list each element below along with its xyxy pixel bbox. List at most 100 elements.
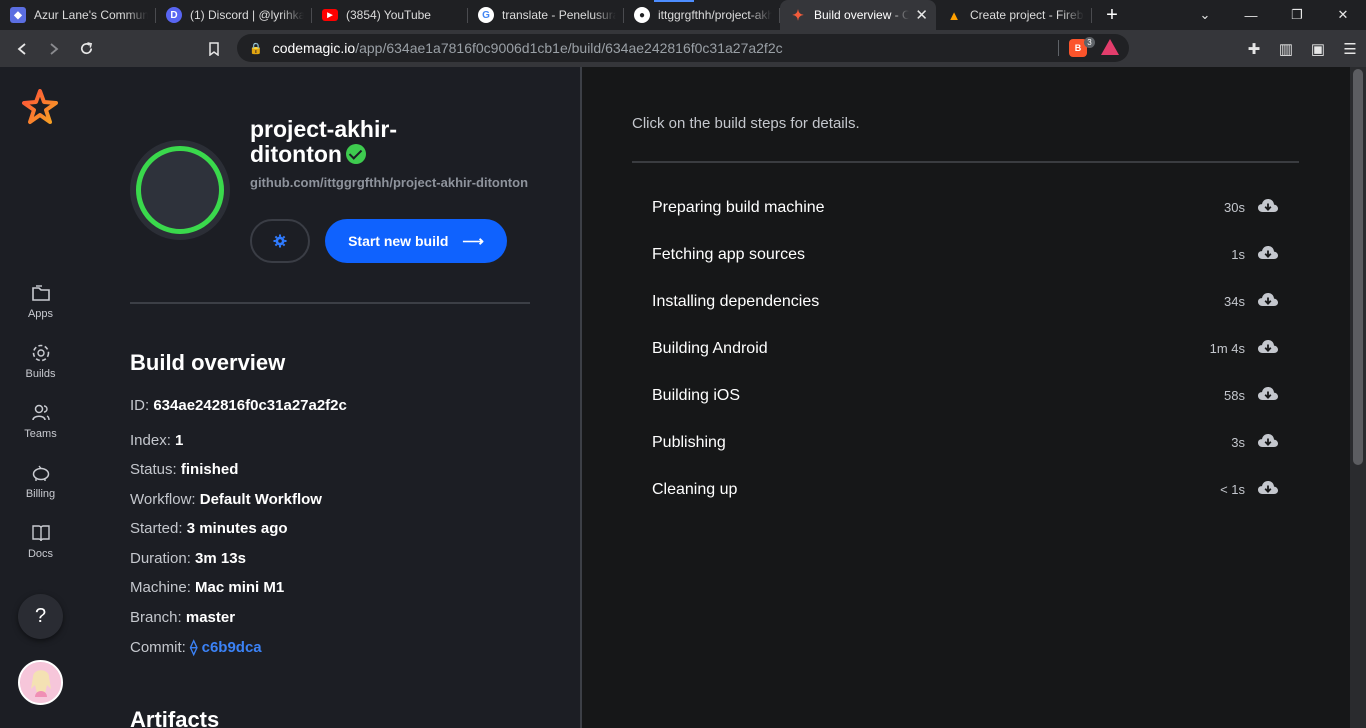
close-tab-icon[interactable]: ✕ <box>915 6 928 24</box>
toolbar-actions: ✚ ▥ ▣ ☰ <box>1238 30 1366 67</box>
tab-label: translate - Penelusuran <box>502 8 616 22</box>
codemagic-logo-icon[interactable] <box>22 89 58 125</box>
index-value: 1 <box>175 432 184 449</box>
firebase-icon: ▲ <box>947 7 961 23</box>
step-name: Building iOS <box>652 386 741 404</box>
duration-value: 3m 13s <box>195 550 246 567</box>
browser-tab[interactable]: ● ittggrgfthh/project-akh <box>624 0 780 30</box>
youtube-icon: ▶ <box>322 9 338 21</box>
browser-toolbar: 🔒 codemagic.io/app/634ae1a7816f0c9006d1c… <box>0 30 1366 67</box>
sidebar-item-apps[interactable]: Apps <box>0 282 81 338</box>
download-log-icon[interactable] <box>1257 197 1279 217</box>
step-duration: 1m 4s <box>1209 341 1245 356</box>
omnibox-separator <box>1058 40 1059 56</box>
sidebar-item-teams[interactable]: Teams <box>0 402 81 458</box>
url-host: codemagic.io <box>272 40 356 56</box>
start-new-build-button[interactable]: Start new build ⟶ <box>325 219 507 263</box>
step-name: Cleaning up <box>652 480 738 498</box>
sidebar-item-builds[interactable]: Builds <box>0 342 81 398</box>
menu-icon[interactable]: ☰ <box>1334 33 1366 65</box>
project-repo-url[interactable]: github.com/ittggrgfthh/project-akhir-dit… <box>250 176 530 189</box>
minimize-icon[interactable]: — <box>1228 0 1274 30</box>
arrow-right-icon: ⟶ <box>462 233 484 250</box>
browser-tab[interactable]: ◆ Azur Lane's Communit <box>0 0 156 30</box>
build-step-row[interactable]: Preparing build machine 30s <box>632 184 1299 231</box>
build-id-row: ID: 634ae242816f0c31a27a2f2c <box>130 397 347 414</box>
bookmark-icon[interactable] <box>198 33 230 65</box>
browser-tab-strip: ◆ Azur Lane's Communit D (1) Discord | @… <box>0 0 1366 30</box>
index-label: Index: <box>130 432 171 449</box>
step-name: Preparing build machine <box>652 198 825 216</box>
build-workflow-row: Workflow: Default Workflow <box>130 491 322 508</box>
browser-tab[interactable]: G translate - Penelusuran <box>468 0 624 30</box>
download-log-icon[interactable] <box>1257 244 1279 264</box>
new-tab-button[interactable]: + <box>1092 0 1132 30</box>
url-path: /app/634ae1a7816f0c9006d1cb1e/build/634a… <box>355 40 783 56</box>
codemagic-icon: ✦ <box>792 6 804 23</box>
status-value: finished <box>180 461 239 478</box>
restore-icon[interactable]: ❐ <box>1274 0 1320 30</box>
download-log-icon[interactable] <box>1257 479 1279 499</box>
step-duration: 30s <box>1224 200 1245 215</box>
divider <box>130 302 530 304</box>
build-step-row[interactable]: Building Android 1m 4s <box>632 325 1299 372</box>
lock-icon: 🔒 <box>249 42 263 55</box>
build-step-row[interactable]: Fetching app sources 1s <box>632 231 1299 278</box>
codemagic-page: Apps Builds Teams Billing Docs ? project… <box>0 67 1366 728</box>
back-icon[interactable] <box>6 33 38 65</box>
download-log-icon[interactable] <box>1257 291 1279 311</box>
sidebar-item-label: Builds <box>25 368 56 380</box>
gear-icon <box>273 234 287 248</box>
scrollbar-thumb[interactable] <box>1353 69 1363 465</box>
tab-label: Azur Lane's Communit <box>34 8 148 22</box>
build-status-row: Status: finished <box>130 461 238 478</box>
build-step-row[interactable]: Building iOS 58s <box>632 372 1299 419</box>
id-value: 634ae242816f0c31a27a2f2c <box>153 397 347 414</box>
build-steps-panel: Click on the build steps for details. Pr… <box>582 67 1350 728</box>
reload-icon[interactable] <box>70 33 102 65</box>
build-step-row[interactable]: Installing dependencies 34s <box>632 278 1299 325</box>
started-value: 3 minutes ago <box>186 520 288 537</box>
machine-value: Mac mini M1 <box>195 579 285 596</box>
download-log-icon[interactable] <box>1257 385 1279 405</box>
sidebar-item-label: Apps <box>27 308 54 320</box>
forward-icon[interactable] <box>38 33 70 65</box>
build-started-row: Started: 3 minutes ago <box>130 520 288 537</box>
user-avatar[interactable] <box>18 660 63 705</box>
project-status-ring <box>130 140 230 240</box>
tab-label: Create project - Fireba <box>970 8 1084 22</box>
step-duration: 34s <box>1224 294 1245 309</box>
help-label: ? <box>34 605 47 627</box>
tab-label: ittggrgfthh/project-akh <box>658 8 772 22</box>
tab-search-icon[interactable]: ⌄ <box>1182 0 1228 30</box>
browser-tab[interactable]: ▲ Create project - Fireba <box>936 0 1092 30</box>
branch-label: Branch: <box>130 609 182 626</box>
download-log-icon[interactable] <box>1257 432 1279 452</box>
build-overview-heading: Build overview <box>130 350 286 375</box>
builds-icon <box>32 344 49 362</box>
browser-tab-active[interactable]: ✦ Build overview - C ✕ <box>780 0 936 30</box>
sidebar-item-billing[interactable]: Billing <box>0 462 81 518</box>
browser-tab[interactable]: ▶ (3854) YouTube <box>312 0 468 30</box>
sidebar-item-label: Docs <box>27 548 54 560</box>
shields-count-badge: 3 <box>1084 37 1095 48</box>
download-log-icon[interactable] <box>1257 338 1279 358</box>
brave-rewards-icon[interactable] <box>1101 39 1119 55</box>
address-bar[interactable]: 🔒 codemagic.io/app/634ae1a7816f0c9006d1c… <box>237 34 1129 62</box>
browser-tab[interactable]: D (1) Discord | @lyrihkae <box>156 0 312 30</box>
extensions-icon[interactable]: ✚ <box>1238 33 1270 65</box>
commit-icon: ⟠ <box>190 639 198 656</box>
wallet-icon[interactable]: ▣ <box>1302 33 1334 65</box>
sidebar-item-docs[interactable]: Docs <box>0 522 81 578</box>
commit-link[interactable]: ⟠ c6b9dca <box>190 639 262 656</box>
help-button[interactable]: ? <box>18 594 63 639</box>
duration-label: Duration: <box>130 550 191 567</box>
build-step-row[interactable]: Cleaning up < 1s <box>632 466 1299 513</box>
billing-piggy-icon <box>32 465 49 481</box>
sidebar-toggle-icon[interactable]: ▥ <box>1270 33 1302 65</box>
close-window-icon[interactable]: ✕ <box>1320 0 1366 30</box>
docs-book-icon <box>31 525 50 542</box>
project-settings-button[interactable] <box>250 219 310 263</box>
build-step-row[interactable]: Publishing 3s <box>632 419 1299 466</box>
page-scrollbar[interactable] <box>1350 67 1366 728</box>
